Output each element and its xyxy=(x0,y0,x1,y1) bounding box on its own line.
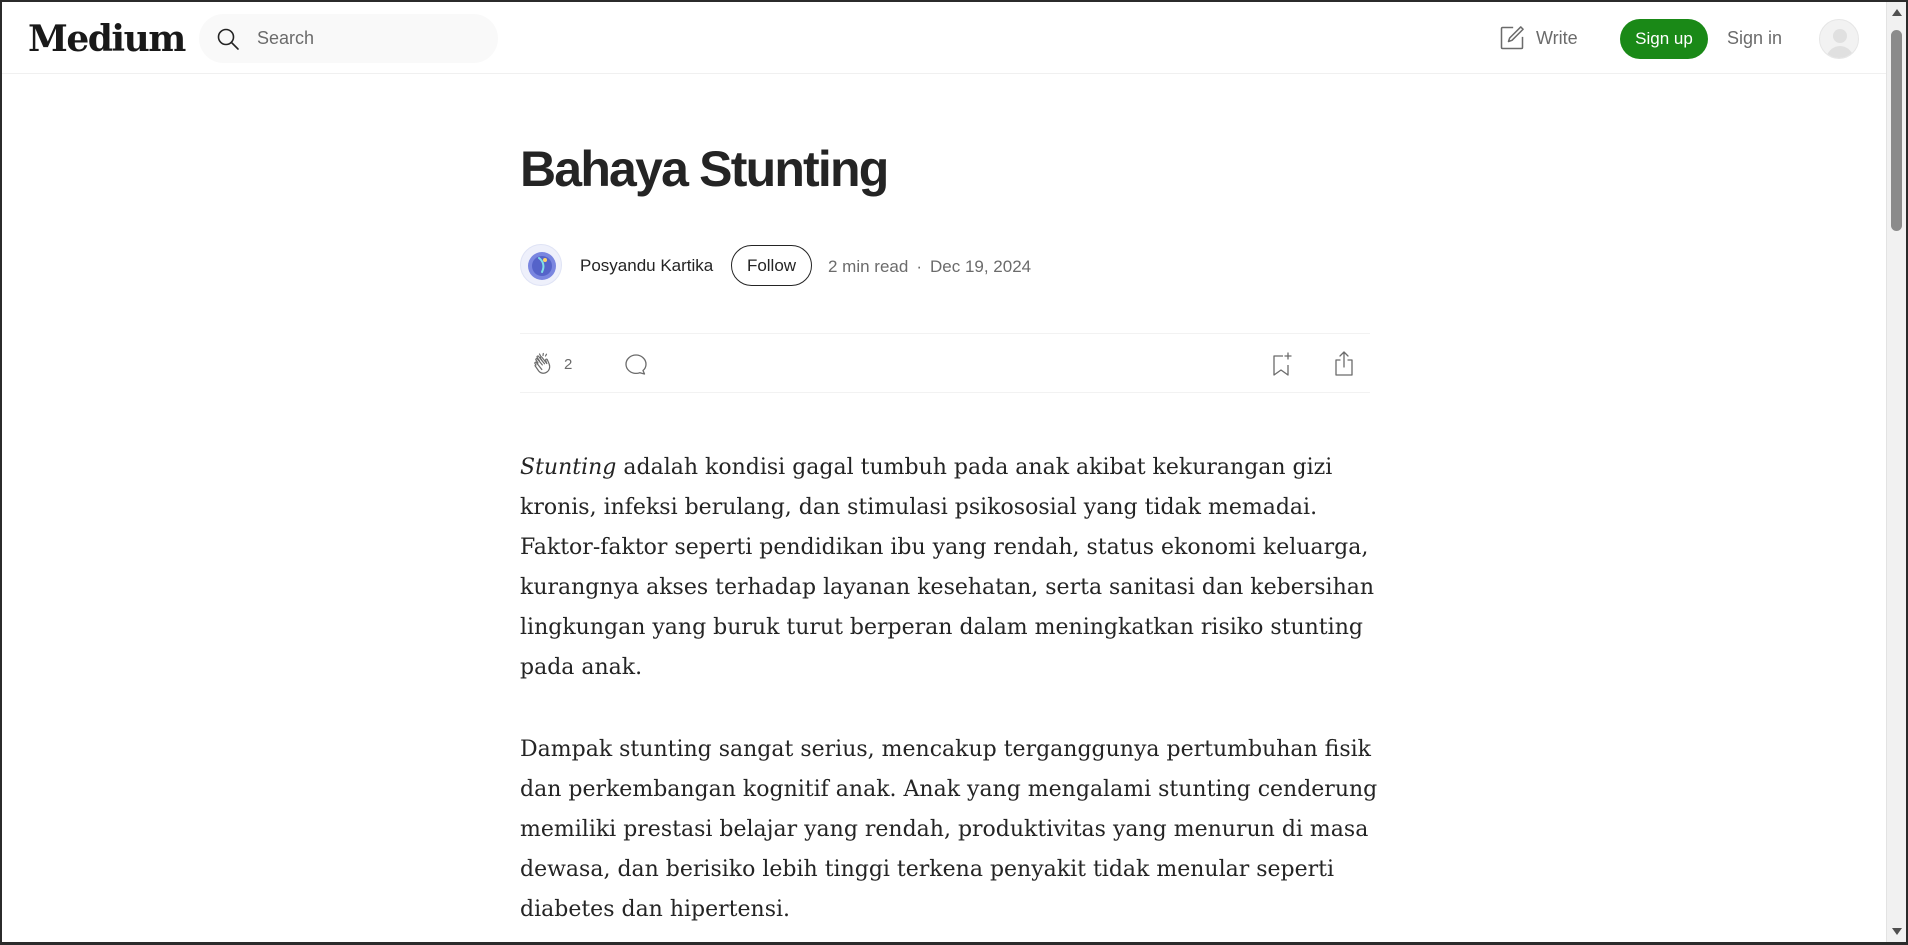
search-icon xyxy=(217,28,239,50)
publish-date: Dec 19, 2024 xyxy=(930,257,1032,276)
scroll-down-arrow-icon[interactable] xyxy=(1892,928,1902,935)
meta-separator: · xyxy=(916,257,922,276)
paragraph-text: Dampak stunting sangat serius, mencakup … xyxy=(520,737,1378,922)
search-box[interactable] xyxy=(199,14,498,63)
sign-in-link[interactable]: Sign in xyxy=(1727,28,1782,49)
clap-count[interactable]: 2 xyxy=(564,356,572,373)
user-avatar-icon[interactable] xyxy=(1819,19,1859,59)
follow-button[interactable]: Follow xyxy=(731,245,812,286)
comment-bubble-icon[interactable] xyxy=(623,351,649,377)
pencil-square-icon xyxy=(1500,26,1524,50)
medium-logo[interactable]: Medium xyxy=(28,18,186,60)
bookmark-add-icon[interactable] xyxy=(1267,350,1295,378)
author-name[interactable]: Posyandu Kartika xyxy=(580,256,713,276)
read-time: 2 min read xyxy=(828,257,909,276)
vertical-scrollbar[interactable] xyxy=(1886,2,1906,942)
article-paragraph: Stunting adalah kondisi gagal tumbuh pad… xyxy=(520,448,1380,688)
write-label: Write xyxy=(1536,27,1578,48)
sign-up-button[interactable]: Sign up xyxy=(1620,19,1708,59)
search-input[interactable] xyxy=(257,14,477,63)
clap-icon[interactable] xyxy=(530,351,558,379)
italic-term: Stunting xyxy=(520,455,617,480)
scrollbar-thumb[interactable] xyxy=(1891,30,1902,231)
write-link[interactable]: Write xyxy=(1498,22,1578,54)
author-byline: Posyandu Kartika Follow 2 min read · Dec 1… xyxy=(520,244,1370,288)
article-action-bar: 2 xyxy=(520,333,1370,393)
author-avatar[interactable] xyxy=(520,244,562,286)
paragraph-text: adalah kondisi gagal tumbuh pada anak ak… xyxy=(520,455,1375,680)
top-navigation-bar: Medium Write Sign up Sign in xyxy=(2,2,1888,74)
article-meta: 2 min read · Dec 19, 2024 xyxy=(828,257,1031,277)
scroll-up-arrow-icon[interactable] xyxy=(1892,9,1902,16)
article-title: Bahaya Stunting xyxy=(520,141,889,197)
browser-window: Medium Write Sign up Sign in Bahaya St xyxy=(0,0,1908,945)
article-paragraph: Dampak stunting sangat serius, mencakup … xyxy=(520,730,1380,930)
article-body: Stunting adalah kondisi gagal tumbuh pad… xyxy=(520,448,1380,942)
share-icon[interactable] xyxy=(1330,349,1358,377)
